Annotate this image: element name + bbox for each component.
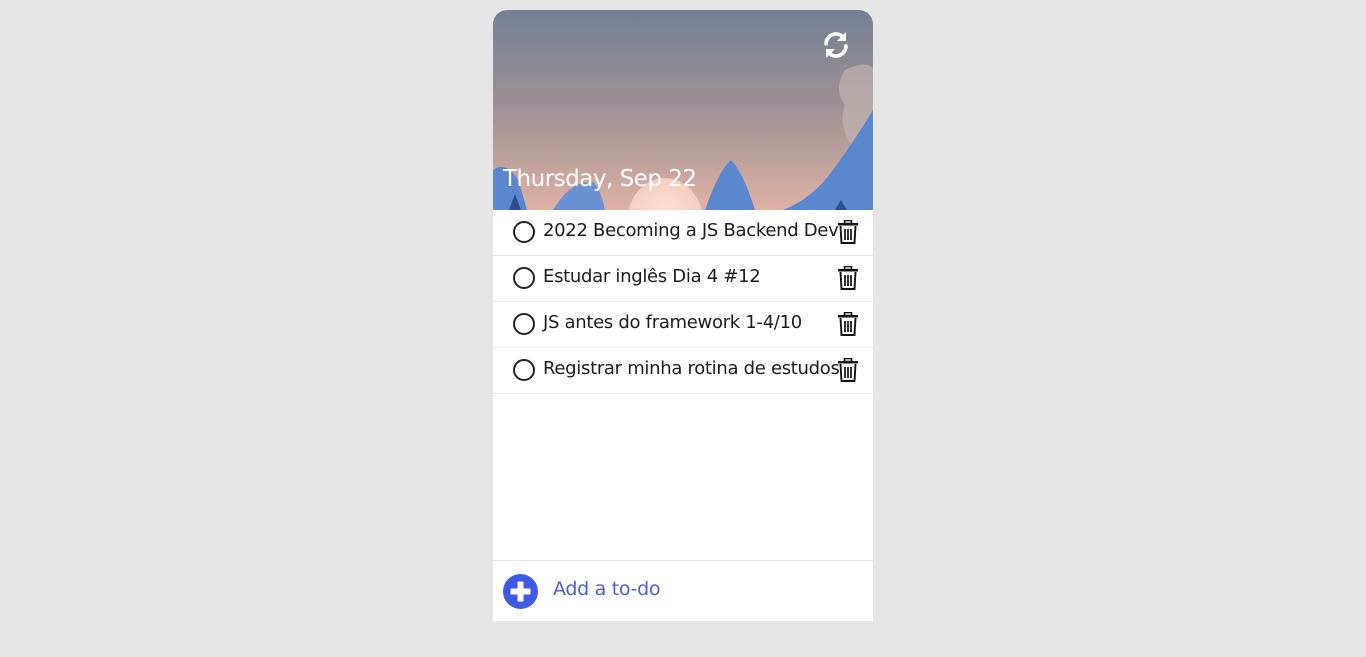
todo-text: JS antes do framework 1-4/10 <box>543 312 802 333</box>
trash-icon[interactable] <box>837 358 859 382</box>
todo-checkbox[interactable] <box>513 267 535 289</box>
todo-text: Estudar inglês Dia 4 #12 <box>543 266 761 287</box>
todo-item: JS antes do framework 1-4/10 <box>493 302 873 348</box>
plus-circle-icon[interactable] <box>503 574 538 609</box>
todo-item: Registrar minha rotina de estudos <box>493 348 873 394</box>
header-banner: Thursday, Sep 22 <box>493 10 873 210</box>
todo-item: Estudar inglês Dia 4 #12 <box>493 256 873 302</box>
todo-checkbox[interactable] <box>513 359 535 381</box>
todo-card: Thursday, Sep 22 2022 Becoming a JS Back… <box>493 10 873 621</box>
refresh-icon[interactable] <box>821 30 851 60</box>
todo-item: 2022 Becoming a JS Backend Dev <box>493 210 873 256</box>
todo-list: 2022 Becoming a JS Backend Dev Estudar i… <box>493 210 873 394</box>
todo-checkbox[interactable] <box>513 221 535 243</box>
add-todo-input[interactable]: Add a to-do <box>553 578 660 600</box>
current-date: Thursday, Sep 22 <box>503 166 697 192</box>
todo-text: 2022 Becoming a JS Backend Dev <box>543 220 839 241</box>
todo-text: Registrar minha rotina de estudos <box>543 358 840 379</box>
trash-icon[interactable] <box>837 312 859 336</box>
add-todo-bar: Add a to-do <box>493 560 873 621</box>
trash-icon[interactable] <box>837 266 859 290</box>
todo-checkbox[interactable] <box>513 313 535 335</box>
trash-icon[interactable] <box>837 220 859 244</box>
